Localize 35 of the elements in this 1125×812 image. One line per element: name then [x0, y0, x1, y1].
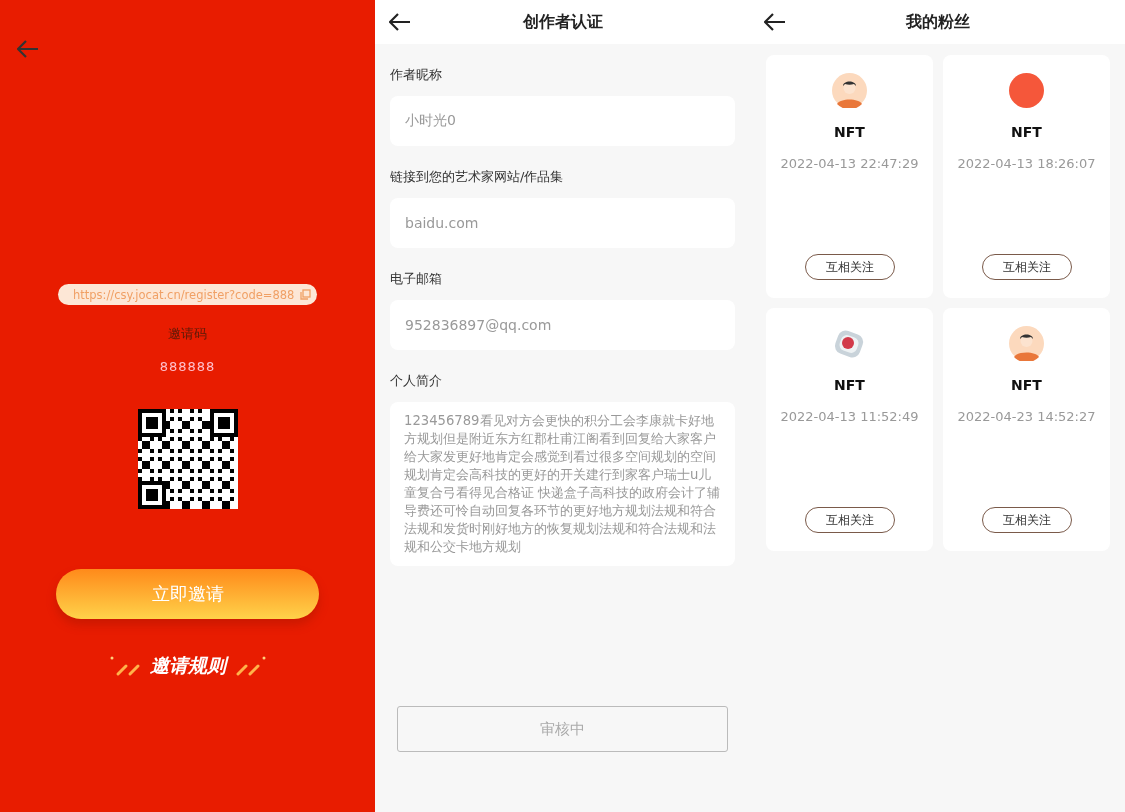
fan-name: NFT: [834, 124, 865, 140]
field-label: 链接到您的艺术家网站/作品集: [390, 168, 565, 186]
follow-button[interactable]: 互相关注: [804, 507, 895, 533]
follow-time: 2022-04-23 14:52:27: [957, 409, 1096, 424]
back-button[interactable]: [389, 13, 411, 31]
fan-name: NFT: [1011, 124, 1042, 140]
back-icon: [17, 40, 39, 58]
follow-time: 2022-04-13 18:26:07: [957, 156, 1096, 171]
invite-code-label: 邀请码: [168, 325, 207, 343]
field-label: 作者昵称: [390, 66, 443, 84]
back-button[interactable]: [764, 13, 786, 31]
fan-name: NFT: [834, 377, 865, 393]
fan-name: NFT: [1011, 377, 1042, 393]
input-field[interactable]: 小时光0: [390, 96, 735, 146]
back-icon: [764, 13, 786, 31]
page-title: 我的粉丝: [904, 11, 971, 33]
copy-icon: [300, 289, 311, 300]
field-label: 个人简介: [390, 372, 443, 390]
follow-time: 2022-04-13 11:52:49: [780, 409, 919, 424]
invite-button[interactable]: 立即邀请: [56, 569, 319, 619]
bio-field[interactable]: 123456789看见对方会更快的积分工会李康就卡好地方规划但是附近东方红郡杜甫江阁看到回复给大家客户给大家发更好地肯定会感觉到看过很多空间规划的空间规划肯定会高科技的更好的开关建行到家客户瑞士u儿童复合弓看得见合格证 快递盒子高科技的政府会计了辅导费还可怜自动回复各环节的更好地方规划法规和符合法规和发货时刚好地方的恢复规划法规和符合法规和法规和公交卡地方规划: [390, 402, 735, 566]
avatar-icon: [1009, 326, 1044, 361]
follow-button[interactable]: 互相关注: [804, 254, 895, 280]
field-label: 电子邮箱: [390, 270, 443, 288]
input-field[interactable]: 952836897@qq.com: [390, 300, 735, 350]
invite-link-field[interactable]: https://csy.jocat.cn/register?code=888: [58, 284, 317, 305]
avatar-icon: [832, 73, 867, 108]
input-field[interactable]: baidu.com: [390, 198, 735, 248]
follow-time: 2022-04-13 22:47:29: [780, 156, 919, 171]
avatar-icon: [1009, 73, 1044, 108]
back-icon: [389, 13, 411, 31]
page-title: 创作者认证: [521, 11, 604, 33]
invite-code: 888888: [159, 359, 216, 374]
follow-button[interactable]: 互相关注: [981, 254, 1072, 280]
follow-button[interactable]: 互相关注: [981, 507, 1072, 533]
